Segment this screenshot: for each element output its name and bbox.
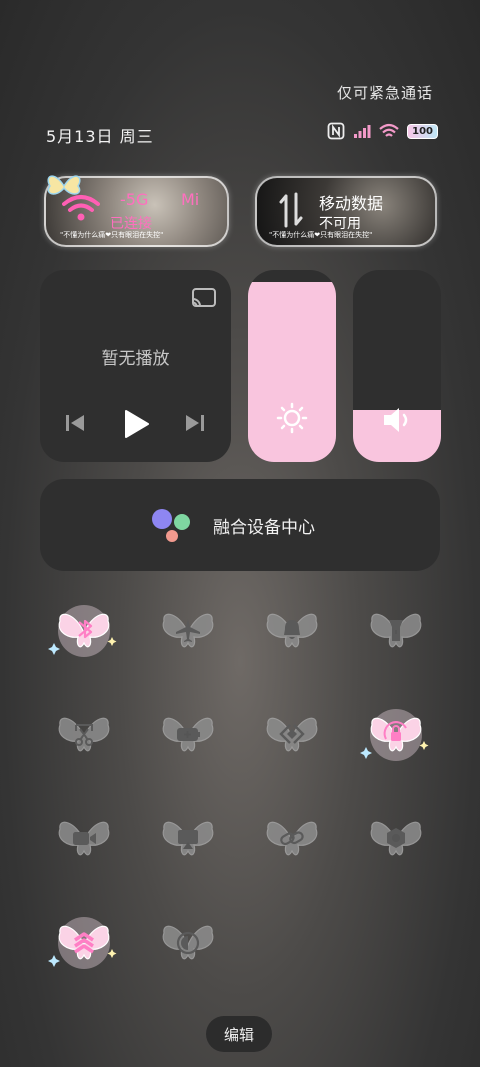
battery-icon: 100: [407, 123, 438, 139]
volume-slider[interactable]: [353, 270, 441, 462]
silent-icon: [266, 613, 318, 648]
wifi-icon: [62, 195, 100, 221]
flashlight-icon: [370, 613, 422, 648]
cast-icon[interactable]: [191, 287, 217, 309]
mobile-data-title: 移动数据: [319, 194, 384, 213]
toggle-silent[interactable]: [256, 597, 328, 669]
toggle-performance[interactable]: [48, 909, 120, 981]
bluetooth-icon: [48, 605, 117, 657]
toggle-hotspot[interactable]: [256, 701, 328, 773]
settings-icon: [370, 821, 422, 856]
wifi-ssid: -5G: [120, 190, 149, 209]
toggle-airplane[interactable]: [152, 597, 224, 669]
status-icons: 100: [327, 122, 438, 140]
previous-track-icon[interactable]: [64, 412, 86, 434]
media-player-card[interactable]: 暂无播放: [40, 270, 231, 462]
toggle-settings[interactable]: [360, 805, 432, 877]
toggle-flashlight[interactable]: [360, 597, 432, 669]
toggle-screenshot[interactable]: [48, 701, 120, 773]
wifi-ssid-suffix: Mi: [181, 190, 200, 209]
rotation-lock-icon: [360, 709, 429, 761]
volume-icon: [384, 408, 408, 432]
link-icon: [266, 821, 318, 856]
edit-button[interactable]: 编辑: [206, 1016, 272, 1052]
emergency-calls-text: 仅可紧急通话: [336, 84, 433, 102]
brightness-icon: [276, 402, 308, 434]
dark-mode-icon: [162, 925, 214, 960]
performance-icon: [48, 917, 117, 969]
toggle-link[interactable]: [256, 805, 328, 877]
hub-logo-icon: [152, 509, 190, 542]
date-text: 5月13日 周三: [46, 127, 154, 146]
toggle-cast[interactable]: [152, 805, 224, 877]
toggle-battery-saver[interactable]: [152, 701, 224, 773]
next-track-icon[interactable]: [184, 412, 206, 434]
hotspot-icon: [266, 717, 318, 752]
signal-icon: [354, 125, 371, 138]
data-arrows-icon: [279, 192, 303, 228]
airplane-icon: [162, 613, 214, 648]
screenshot-icon: [58, 717, 110, 752]
screen-record-icon: [58, 821, 110, 856]
wifi-icon: [379, 123, 399, 137]
device-hub-card[interactable]: 融合设备中心: [40, 479, 440, 571]
wifi-caption: "不懂为什么痛❤只有眼泪在失控": [60, 231, 164, 239]
device-hub-label: 融合设备中心: [213, 518, 315, 538]
mobile-data-caption: "不懂为什么痛❤只有眼泪在失控": [269, 231, 373, 239]
cast-icon: [162, 821, 214, 856]
butterfly-sticker-icon: [47, 175, 81, 195]
toggle-bluetooth[interactable]: [48, 597, 120, 669]
play-icon[interactable]: [122, 409, 150, 439]
toggle-dark-mode[interactable]: [152, 909, 224, 981]
brightness-slider[interactable]: [248, 270, 336, 462]
toggle-screen-record[interactable]: [48, 805, 120, 877]
nfc-icon: [327, 122, 345, 140]
toggle-rotation-lock[interactable]: [360, 701, 432, 773]
battery-saver-icon: [162, 717, 214, 752]
mobile-data-tile[interactable]: 移动数据 不可用 "不懂为什么痛❤只有眼泪在失控": [255, 176, 437, 247]
media-status: 暂无播放: [101, 349, 170, 369]
brightness-fill: [248, 281, 336, 462]
